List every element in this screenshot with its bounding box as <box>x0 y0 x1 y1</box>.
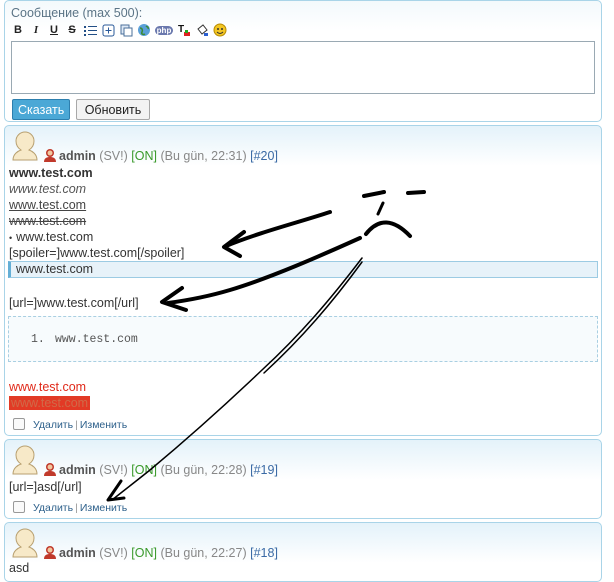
php-label: php <box>154 25 174 35</box>
copy-icon[interactable] <box>119 23 133 37</box>
say-button[interactable]: Сказать <box>12 99 70 120</box>
post-header: admin (SV!) [ON] (Bu gün, 22:31) [#20] <box>43 148 278 163</box>
online-status: [ON] <box>131 149 157 163</box>
insert-icon[interactable] <box>101 23 115 37</box>
post-date: (Bu gün, 22:31) <box>160 149 247 163</box>
user-role: (SV!) <box>99 149 128 163</box>
post-text: [url=]asd[/url] <box>9 480 82 494</box>
online-status: [ON] <box>131 546 157 560</box>
list-icon[interactable] <box>83 23 97 37</box>
post-actions: Удалить | Изменить <box>13 418 127 431</box>
action-separator: | <box>75 419 78 431</box>
username[interactable]: admin <box>59 546 96 560</box>
code-line: www.test.com <box>55 333 138 346</box>
italic-text: www.test.com <box>9 182 87 196</box>
italic-icon[interactable]: I <box>29 23 43 37</box>
code-line-number: 1. <box>31 333 45 346</box>
message-label: Сообщение (max 500): <box>11 6 143 20</box>
post-item: admin (SV!) [ON] (Bu gün, 22:27) [#18] a… <box>4 522 602 582</box>
fill-icon[interactable] <box>195 23 209 37</box>
select-checkbox[interactable] <box>13 418 25 430</box>
user-icon <box>44 149 56 162</box>
action-separator: | <box>75 502 78 514</box>
edit-link[interactable]: Изменить <box>80 502 127 514</box>
username[interactable]: admin <box>59 149 96 163</box>
post-date: (Bu gün, 22:28) <box>160 463 247 477</box>
underline-text: www.test.com <box>9 198 87 212</box>
globe-icon[interactable] <box>137 23 151 37</box>
smiley-icon[interactable] <box>213 23 227 37</box>
post-item: admin (SV!) [ON] (Bu gün, 22:28) [#19] [… <box>4 439 602 519</box>
format-toolbar: B I U S php T <box>11 22 227 38</box>
post-item: admin (SV!) [ON] (Bu gün, 22:31) [#20] w… <box>4 125 602 436</box>
edit-link[interactable]: Изменить <box>80 419 127 431</box>
message-textarea[interactable] <box>11 41 595 94</box>
online-status: [ON] <box>131 463 157 477</box>
underline-icon[interactable]: U <box>47 23 61 37</box>
svg-text:T: T <box>178 24 184 35</box>
refresh-button[interactable]: Обновить <box>76 99 150 120</box>
post-id[interactable]: [#20] <box>250 149 278 163</box>
delete-link[interactable]: Удалить <box>33 502 73 514</box>
bold-icon[interactable]: B <box>11 23 25 37</box>
post-id[interactable]: [#18] <box>250 546 278 560</box>
strike-icon[interactable]: S <box>65 23 79 37</box>
avatar-icon <box>12 528 38 558</box>
red-bg-text: www.test.com <box>9 396 91 410</box>
username[interactable]: admin <box>59 463 96 477</box>
code-block: 1. www.test.com <box>8 316 598 362</box>
list-item: www.test.com <box>9 230 93 244</box>
quote-block: www.test.com <box>8 261 598 278</box>
php-icon[interactable]: php <box>154 23 174 37</box>
select-checkbox[interactable] <box>13 501 25 513</box>
strike-text: www.test.com <box>9 214 87 228</box>
user-icon <box>44 463 56 476</box>
post-header: admin (SV!) [ON] (Bu gün, 22:28) [#19] <box>43 462 278 477</box>
delete-link[interactable]: Удалить <box>33 419 73 431</box>
post-text: asd <box>9 561 30 575</box>
avatar-icon <box>12 445 38 475</box>
post-date: (Bu gün, 22:27) <box>160 546 247 560</box>
compose-panel: Сообщение (max 500): B I U S php T Сказа… <box>4 0 602 122</box>
red-bg-text-wrap: www.test.com <box>9 396 91 410</box>
red-text: www.test.com <box>9 380 87 394</box>
post-header: admin (SV!) [ON] (Bu gün, 22:27) [#18] <box>43 545 278 560</box>
avatar-icon <box>12 131 38 161</box>
bold-text: www.test.com <box>9 166 93 180</box>
spoiler-text: [spoiler=]www.test.com[/spoiler] <box>9 246 185 260</box>
post-id[interactable]: [#19] <box>250 463 278 477</box>
user-icon <box>44 546 56 559</box>
url-text: [url=]www.test.com[/url] <box>9 296 139 310</box>
user-role: (SV!) <box>99 463 128 477</box>
post-actions: Удалить | Изменить <box>13 501 127 514</box>
text-color-icon[interactable]: T <box>177 23 191 37</box>
user-role: (SV!) <box>99 546 128 560</box>
